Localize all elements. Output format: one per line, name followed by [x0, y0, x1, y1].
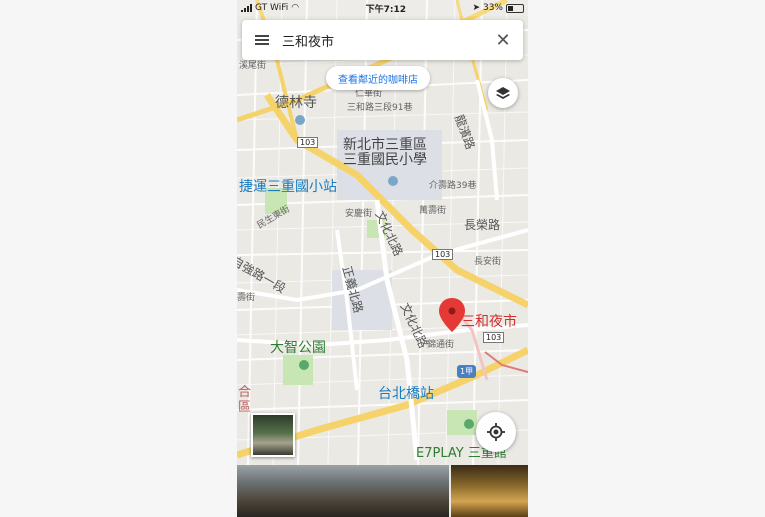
map-label-mrt-station[interactable]: 捷運三重國小站: [239, 176, 337, 196]
layers-icon: [496, 87, 510, 99]
street-label: 安慶街: [345, 209, 373, 219]
layers-button[interactable]: [488, 78, 518, 108]
map-label-qu: 區: [238, 400, 252, 415]
street-label: 三和路三段91巷: [347, 103, 413, 113]
map-label-selected-place[interactable]: 三和夜市: [461, 311, 517, 331]
search-bar[interactable]: 三和夜市 ✕: [242, 20, 523, 60]
street-label: 長安街: [474, 257, 502, 267]
map-label-temple[interactable]: 德林寺: [275, 92, 317, 112]
place-photo[interactable]: [451, 465, 528, 517]
map-label-taipei-bridge-station[interactable]: 台北橋站: [378, 383, 434, 403]
map-label-park[interactable]: 大智公園: [270, 337, 326, 357]
street-view-thumbnail[interactable]: [251, 413, 295, 457]
menu-icon[interactable]: [242, 20, 282, 60]
nearby-coffee-chip[interactable]: 查看鄰近的咖啡店: [326, 66, 430, 90]
street-label: 萬壽街: [419, 206, 447, 216]
street-label: 長榮路: [464, 218, 501, 232]
route-shield-103: 103: [483, 332, 505, 343]
wifi-icon: ◠: [291, 3, 300, 13]
street-label: 錦通街: [427, 340, 455, 350]
street-label: 介壽路39巷: [429, 181, 477, 191]
battery-percent: 33%: [482, 3, 503, 13]
street-label: 壽街: [237, 293, 256, 303]
my-location-icon: [487, 423, 505, 441]
clock: 下午7:12: [365, 4, 406, 15]
signal-icon: [241, 4, 252, 12]
route-shield-1jia: 1甲: [457, 365, 477, 378]
phone-screen: 德林寺 新北市三重區 三重國民小學 捷運三重國小站 大智公園 台北橋站 三和夜市…: [237, 0, 528, 517]
route-shield-103: 103: [432, 249, 454, 260]
place-photos-strip[interactable]: [237, 465, 528, 517]
search-input[interactable]: 三和夜市: [282, 31, 483, 50]
my-location-button[interactable]: [476, 412, 516, 452]
status-bar: GT WiFi ◠ 下午7:12 ➤ 33%: [237, 0, 528, 16]
battery-icon: [506, 3, 524, 13]
carrier-label: GT WiFi: [255, 3, 289, 13]
route-shield-103: 103: [297, 137, 319, 148]
place-photo[interactable]: [237, 465, 449, 517]
close-icon[interactable]: ✕: [483, 20, 523, 60]
location-arrow-icon: ➤: [472, 3, 480, 13]
map-label-school[interactable]: 新北市三重區 三重國民小學: [343, 138, 427, 168]
